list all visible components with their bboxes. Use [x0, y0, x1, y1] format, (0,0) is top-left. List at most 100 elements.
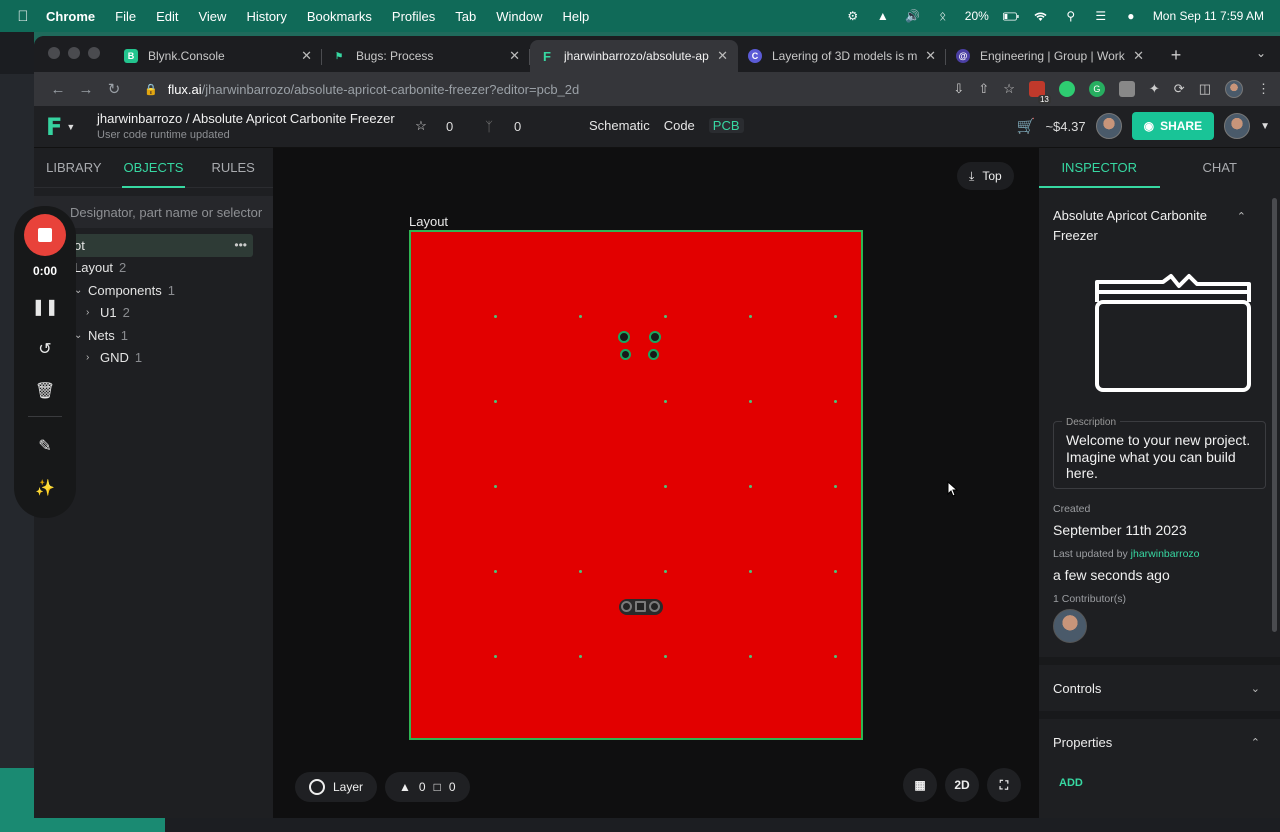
close-tab-icon[interactable]: ✕ [717, 48, 728, 64]
mode-schematic[interactable]: Schematic [589, 118, 650, 133]
stop-recording-button[interactable] [24, 214, 66, 256]
chevron-right-icon[interactable]: › [86, 352, 100, 363]
tab-rules[interactable]: RULES [193, 148, 273, 187]
collaborator-avatar[interactable] [1095, 113, 1122, 139]
close-tab-icon[interactable]: ✕ [509, 48, 520, 64]
chevron-up-icon[interactable]: ⌃ [1251, 736, 1260, 749]
description-field[interactable]: Description Welcome to your new project.… [1053, 415, 1266, 489]
battery-icon[interactable] [1002, 9, 1019, 23]
close-tab-icon[interactable]: ✕ [925, 48, 936, 64]
browser-tab-flux[interactable]: F jharwinbarrozo/absolute-apricot ✕ [530, 40, 738, 72]
more-options-icon[interactable]: ••• [234, 238, 247, 252]
project-title[interactable]: jharwinbarrozo / Absolute Apricot Carbon… [97, 111, 395, 126]
browser-tab-engineering[interactable]: @ Engineering | Group | Workplace ✕ [946, 40, 1154, 72]
extension-ring-icon[interactable] [1058, 81, 1075, 97]
menu-history[interactable]: History [246, 9, 286, 24]
menu-app-name[interactable]: Chrome [46, 9, 95, 24]
restart-icon[interactable]: ↺ [38, 336, 51, 362]
profile-avatar[interactable] [1225, 80, 1243, 98]
lock-icon[interactable]: 🔒 [144, 83, 158, 96]
browser-tab-layering[interactable]: C Layering of 3D models is mess ✕ [738, 40, 946, 72]
pause-icon[interactable]: ❚❚ [32, 294, 59, 320]
browser-tab-bugs[interactable]: ⚑ Bugs: Process ✕ [322, 40, 530, 72]
cart-icon[interactable]: 🛒 [1017, 117, 1036, 135]
url-field[interactable]: 🔒 flux.ai /jharwinbarrozo/absolute-apric… [136, 76, 945, 102]
view-2d-button[interactable]: 2D [945, 768, 979, 802]
user-avatar[interactable] [1224, 113, 1251, 139]
properties-section[interactable]: Properties ⌃ [1039, 711, 1280, 765]
siri-icon[interactable]: ● [1123, 9, 1139, 23]
pad[interactable] [620, 349, 631, 360]
extensions-puzzle-icon[interactable]: ✦ [1149, 81, 1160, 97]
chevron-right-icon[interactable]: › [86, 307, 100, 318]
pcb-board[interactable] [409, 230, 863, 740]
menu-bookmarks[interactable]: Bookmarks [307, 9, 372, 24]
grid-toggle-button[interactable]: ▦ [903, 768, 937, 802]
chevron-down-icon[interactable]: ⌄ [74, 330, 88, 341]
component-footprint[interactable] [619, 599, 663, 615]
layer-button[interactable]: Layer [295, 772, 378, 802]
pad[interactable] [648, 349, 659, 360]
pad[interactable] [649, 601, 660, 612]
star-icon[interactable]: ☆ [410, 118, 432, 134]
bookmark-star-icon[interactable]: ☆ [1003, 81, 1015, 97]
clock[interactable]: Mon Sep 11 7:59 AM [1153, 9, 1264, 23]
issues-button[interactable]: ▲ 0 □ 0 [385, 772, 470, 802]
chevron-up-icon[interactable]: ⌃ [1237, 210, 1246, 223]
extension-tag-icon[interactable] [1118, 81, 1135, 97]
extension-calendar-icon[interactable]: 13 [1028, 81, 1051, 104]
user-menu-chevron-icon[interactable]: ▼ [1260, 121, 1270, 132]
pad[interactable] [618, 331, 630, 343]
close-tab-icon[interactable]: ✕ [301, 48, 312, 64]
add-property-button[interactable]: ADD [1059, 777, 1280, 789]
pencil-icon[interactable]: ✎ [38, 433, 51, 459]
apple-icon[interactable]:  [0, 8, 46, 25]
drive-icon[interactable]: ▲ [875, 9, 891, 23]
mode-code[interactable]: Code [664, 118, 695, 133]
close-tab-icon[interactable]: ✕ [1133, 48, 1144, 64]
fullscreen-button[interactable]: ⛶ [987, 768, 1021, 802]
share-button[interactable]: ◉ SHARE [1131, 112, 1215, 140]
pad[interactable] [649, 331, 661, 343]
menu-help[interactable]: Help [563, 9, 590, 24]
back-arrow-icon[interactable]: ← [44, 81, 72, 98]
zoom-window-button[interactable] [88, 47, 100, 59]
tab-objects[interactable]: OBJECTS [114, 148, 194, 188]
close-window-button[interactable] [48, 47, 60, 59]
trash-icon[interactable]: 🗑 [35, 378, 55, 404]
reload-icon[interactable]: ↻ [100, 80, 128, 98]
menu-tab[interactable]: Tab [455, 9, 476, 24]
new-tab-button[interactable]: + [1162, 45, 1190, 66]
minimize-window-button[interactable] [68, 47, 80, 59]
volume-icon[interactable]: 🔊 [905, 9, 921, 23]
inspector-scrollbar[interactable] [1272, 198, 1277, 632]
pad[interactable] [635, 601, 646, 612]
chevron-down-icon[interactable]: ⌄ [1251, 682, 1260, 695]
control-center-icon[interactable]: ☰ [1093, 9, 1109, 23]
sidebar-toggle-icon[interactable]: ◫ [1199, 81, 1211, 97]
forward-arrow-icon[interactable]: → [72, 81, 100, 98]
pad[interactable] [621, 601, 632, 612]
last-updated-user-link[interactable]: jharwinbarrozo [1131, 548, 1200, 560]
bluetooth-icon[interactable]: ᛟ [935, 9, 951, 23]
pcb-canvas[interactable]: ⤓ Top Layout Layer ▲ 0 □ 0 ▦ 2D ⛶ [273, 148, 1039, 818]
menu-view[interactable]: View [198, 9, 226, 24]
extension-refresh-icon[interactable]: ⟳ [1174, 81, 1185, 97]
view-side-button[interactable]: ⤓ Top [957, 162, 1014, 190]
contributor-avatar[interactable] [1053, 609, 1087, 643]
tab-inspector[interactable]: INSPECTOR [1039, 148, 1160, 188]
menu-file[interactable]: File [115, 9, 136, 24]
gear-status-icon[interactable]: ⚙ [845, 9, 861, 23]
effects-icon[interactable]: ✨ [35, 475, 55, 501]
controls-section[interactable]: Controls ⌄ [1039, 657, 1280, 711]
share-page-icon[interactable]: ⇧ [978, 81, 989, 97]
browser-tab-blynk[interactable]: B Blynk.Console ✕ [114, 40, 322, 72]
flux-logo-menu[interactable]: F ▼ [46, 113, 82, 141]
price-estimate[interactable]: ~$4.37 [1045, 119, 1085, 134]
tab-library[interactable]: LIBRARY [34, 148, 114, 187]
fork-icon[interactable]: ᛉ [478, 119, 500, 134]
menu-window[interactable]: Window [496, 9, 542, 24]
chevron-down-icon[interactable]: ⌄ [74, 285, 88, 296]
menu-profiles[interactable]: Profiles [392, 9, 435, 24]
mode-pcb[interactable]: PCB [708, 118, 744, 133]
